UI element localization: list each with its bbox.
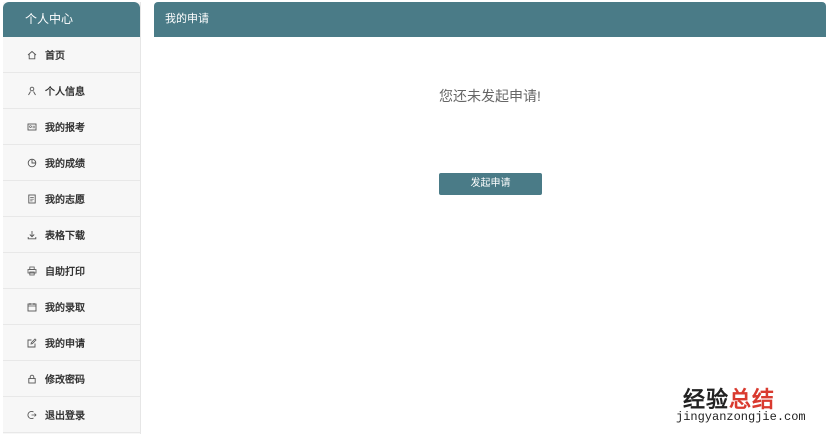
sidebar-item-print[interactable]: 自助打印 [3, 253, 140, 289]
logout-icon [27, 410, 37, 420]
sidebar: 个人中心 首页 个人信息 我的报考 我的成绩 我的志愿 表格下载 自助打印 我的… [3, 2, 141, 434]
sidebar-item-scores[interactable]: 我的成绩 [3, 145, 140, 181]
watermark-title-part1: 经验 [683, 387, 730, 412]
person-icon [27, 86, 37, 96]
sidebar-title: 个人中心 [3, 2, 140, 37]
edit-icon [27, 337, 37, 348]
empty-state-message: 您还未发起申请! [439, 88, 541, 104]
id-card-icon [27, 122, 37, 132]
sidebar-item-admission[interactable]: 我的录取 [3, 289, 140, 325]
sidebar-item-label: 退出登录 [45, 411, 85, 422]
lock-icon [27, 374, 37, 384]
sidebar-item-change-password[interactable]: 修改密码 [3, 361, 140, 397]
sidebar-item-label: 表格下载 [45, 231, 85, 242]
sidebar-item-preferences[interactable]: 我的志愿 [3, 181, 140, 217]
sidebar-item-logout[interactable]: 退出登录 [3, 397, 140, 433]
watermark-title-part2: 总结 [729, 387, 776, 412]
download-icon [27, 230, 37, 240]
sidebar-menu: 首页 个人信息 我的报考 我的成绩 我的志愿 表格下载 自助打印 我的录取 我的… [3, 37, 140, 433]
sidebar-item-downloads[interactable]: 表格下载 [3, 217, 140, 253]
sidebar-item-profile[interactable]: 个人信息 [3, 73, 140, 109]
pie-chart-icon [27, 158, 37, 168]
sidebar-item-label: 我的志愿 [45, 195, 85, 206]
sidebar-item-label: 修改密码 [45, 375, 85, 386]
home-icon [27, 50, 37, 60]
printer-icon [27, 266, 37, 276]
sidebar-item-registration[interactable]: 我的报考 [3, 109, 140, 145]
sidebar-item-label: 首页 [45, 51, 65, 62]
page-title: 我的申请 [154, 2, 826, 37]
sidebar-item-label: 自助打印 [45, 267, 85, 278]
sidebar-item-home[interactable]: 首页 [3, 37, 140, 73]
sidebar-item-applications[interactable]: 我的申请 [3, 325, 140, 361]
sidebar-item-label: 我的录取 [45, 303, 85, 314]
watermark-url: jingyanzongjie.com [676, 410, 806, 424]
sidebar-item-label: 我的申请 [45, 339, 85, 350]
sidebar-item-label: 个人信息 [45, 87, 85, 98]
sidebar-item-label: 我的报考 [45, 123, 85, 134]
start-application-button[interactable]: 发起申请 [439, 173, 542, 195]
document-icon [27, 194, 37, 204]
calendar-icon [27, 302, 37, 312]
sidebar-item-label: 我的成绩 [45, 159, 85, 170]
